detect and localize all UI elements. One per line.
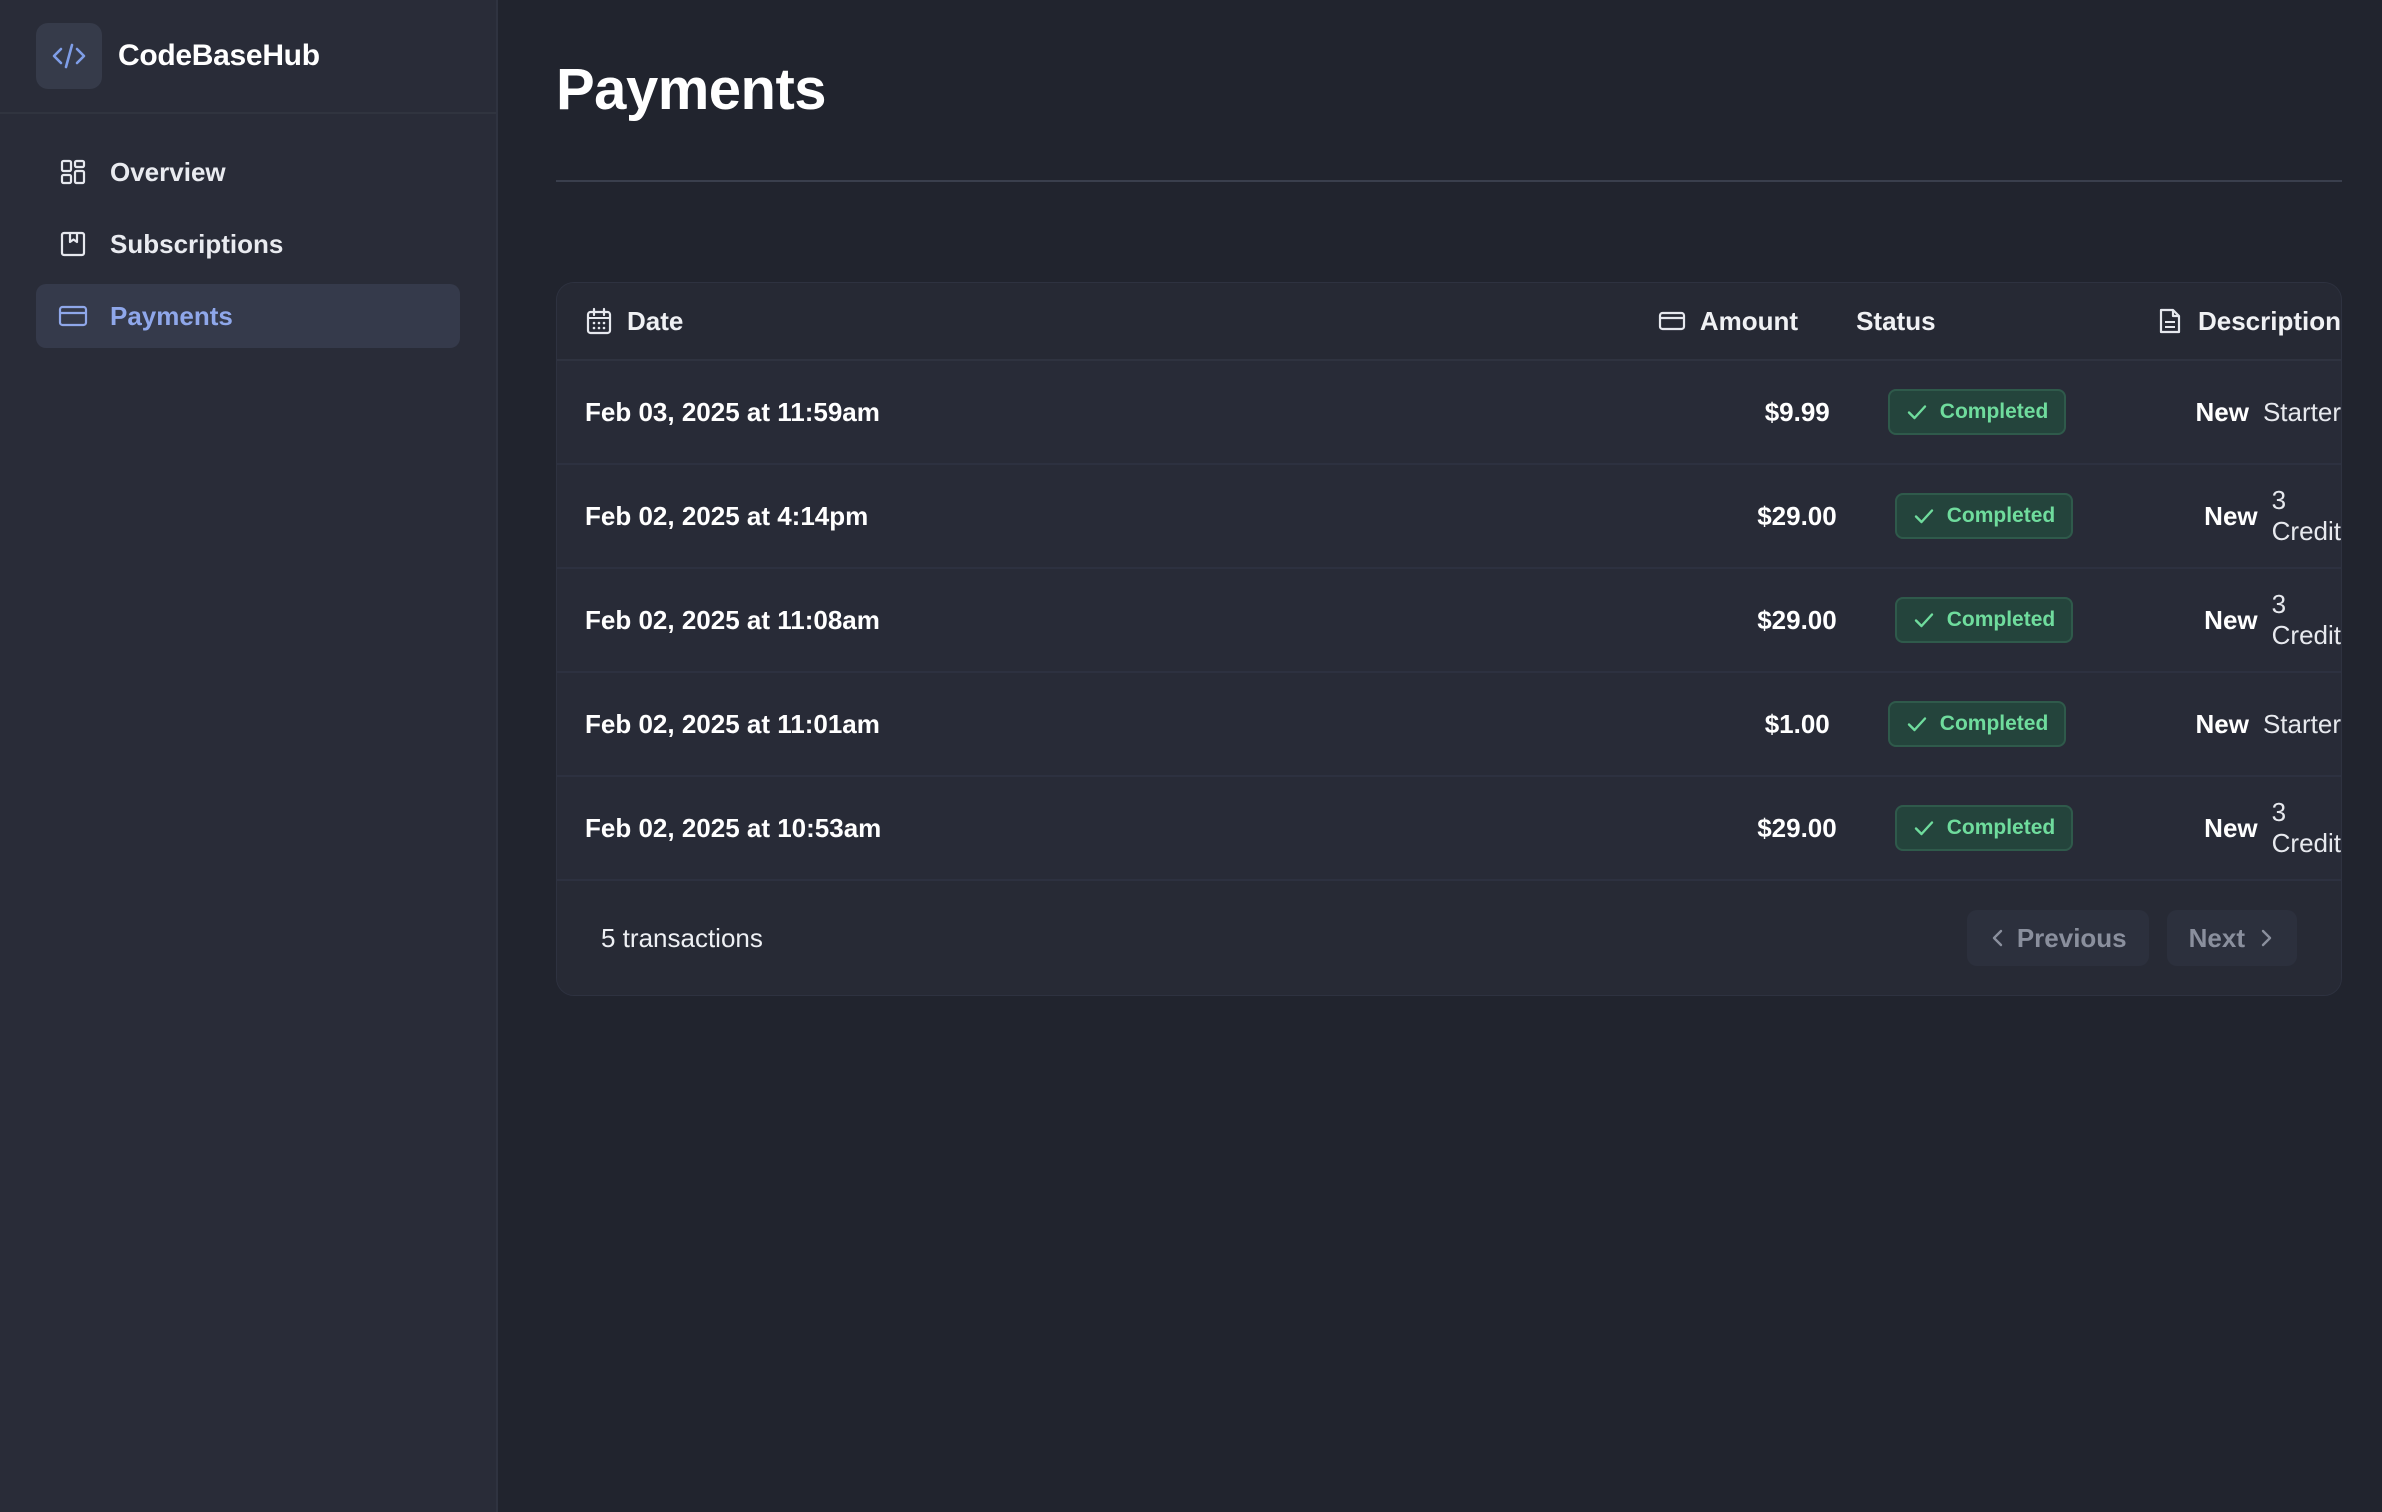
description-type: New — [2195, 396, 2249, 427]
check-icon — [1906, 401, 1928, 423]
description-plan: Starter — [2262, 396, 2341, 427]
previous-button[interactable]: Previous — [1966, 910, 2149, 966]
date-column-header: Date — [557, 306, 1349, 337]
status-text: Completed — [1946, 816, 2056, 839]
status-badge: Completed — [1887, 701, 2067, 747]
check-icon — [1913, 609, 1935, 631]
next-label: Next — [2188, 922, 2245, 953]
table-row[interactable]: Feb 02, 2025 at 11:01am $1.00 Completed … — [557, 673, 2341, 777]
page-title: Payments — [556, 57, 827, 122]
status-text: Completed — [1939, 400, 2049, 423]
table-header: Date Amount Status Description — [557, 283, 2341, 361]
description-plan: 3 Credit — [2271, 589, 2341, 650]
sidebar-item-label: Overview — [110, 156, 226, 187]
sidebar-item-subscriptions[interactable]: Subscriptions — [36, 212, 460, 276]
credit-card-icon — [1658, 307, 1686, 335]
row-date: Feb 02, 2025 at 10:53am — [585, 812, 882, 843]
credit-card-icon — [58, 301, 88, 331]
sidebar-item-overview[interactable]: Overview — [36, 140, 460, 204]
row-amount: $29.00 — [1757, 812, 1837, 843]
description-type: New — [2195, 708, 2249, 739]
chevron-right-icon — [2257, 927, 2275, 949]
table-footer: 5 transactions Previous Next — [557, 881, 2341, 995]
description-plan: 3 Credit — [2271, 485, 2341, 546]
row-amount: $9.99 — [1764, 396, 1830, 427]
sidebar-nav: Overview Subscriptions Payments — [0, 114, 496, 348]
next-button[interactable]: Next — [2166, 910, 2297, 966]
status-badge: Completed — [1887, 389, 2067, 435]
divider — [556, 180, 2342, 182]
sidebar-item-payments[interactable]: Payments — [36, 284, 460, 348]
check-icon — [1913, 505, 1935, 527]
status-badge: Completed — [1894, 597, 2074, 643]
description-plan: Starter — [2262, 708, 2341, 739]
pagination: Previous Next — [1949, 910, 2297, 966]
date-header-label: Date — [627, 305, 684, 336]
status-header-label: Status — [1856, 305, 1936, 336]
description-column-header: Description — [2156, 306, 2341, 337]
description-type: New — [2204, 812, 2258, 843]
dashboard-grid-icon — [58, 157, 88, 187]
previous-label: Previous — [2016, 922, 2127, 953]
table-row[interactable]: Feb 03, 2025 at 11:59am $9.99 Completed … — [557, 361, 2341, 465]
status-badge: Completed — [1894, 805, 2074, 851]
row-amount: $29.00 — [1757, 500, 1837, 531]
code-icon[interactable] — [36, 23, 102, 89]
description-header-label: Description — [2197, 305, 2342, 336]
status-text: Completed — [1946, 608, 2056, 631]
bookmark-icon — [58, 229, 88, 259]
calendar-icon — [585, 307, 613, 335]
chevron-left-icon — [1989, 927, 2007, 949]
check-icon — [1906, 713, 1928, 735]
table-row[interactable]: Feb 02, 2025 at 10:53am $29.00 Completed… — [557, 777, 2341, 881]
row-amount: $1.00 — [1764, 708, 1830, 739]
row-date: Feb 02, 2025 at 4:14pm — [585, 500, 869, 531]
description-plan: 3 Credit — [2271, 797, 2341, 858]
description-type: New — [2204, 604, 2258, 635]
brand-header: CodeBaseHub — [0, 0, 496, 114]
row-date: Feb 03, 2025 at 11:59am — [585, 396, 880, 427]
transaction-count: 5 transactions — [601, 922, 763, 953]
app-name[interactable]: CodeBaseHub — [118, 39, 320, 73]
status-text: Completed — [1946, 504, 2056, 527]
document-icon — [2156, 307, 2184, 335]
status-text: Completed — [1939, 712, 2049, 735]
amount-column-header: Amount — [1349, 306, 1798, 337]
sidebar-item-label: Subscriptions — [110, 228, 284, 259]
row-date: Feb 02, 2025 at 11:08am — [585, 604, 880, 635]
sidebar: CodeBaseHub Overview Subscriptions Payme… — [0, 0, 498, 1512]
check-icon — [1913, 817, 1935, 839]
row-date: Feb 02, 2025 at 11:01am — [585, 708, 880, 739]
description-type: New — [2204, 500, 2258, 531]
payments-table: Date Amount Status Description Feb 03, 2… — [556, 282, 2342, 996]
status-column-header: Status — [1798, 306, 2156, 337]
status-badge: Completed — [1894, 493, 2074, 539]
amount-header-label: Amount — [1699, 305, 1799, 336]
table-row[interactable]: Feb 02, 2025 at 11:08am $29.00 Completed… — [557, 569, 2341, 673]
table-row[interactable]: Feb 02, 2025 at 4:14pm $29.00 Completed … — [557, 465, 2341, 569]
main-content: Payments Date Amount Status Description … — [556, 0, 2342, 996]
row-amount: $29.00 — [1757, 604, 1837, 635]
sidebar-item-label: Payments — [110, 300, 233, 331]
